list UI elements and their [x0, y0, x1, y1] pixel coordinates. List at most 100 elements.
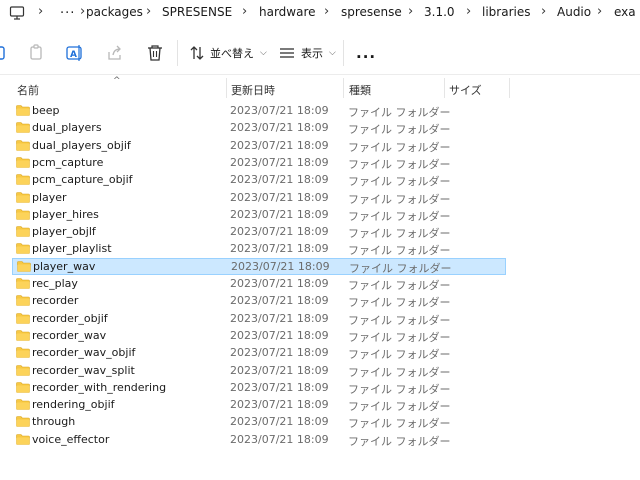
file-modified-date: 2023/07/21 18:09 [230, 363, 329, 377]
more-options-button[interactable]: ... [356, 44, 376, 62]
sort-icon [190, 46, 204, 60]
file-type: ファイル フォルダー [348, 175, 451, 189]
new-icon[interactable] [0, 44, 12, 62]
file-type: ファイル フォルダー [348, 123, 451, 137]
pc-monitor-icon[interactable] [9, 5, 25, 21]
column-resize-handle[interactable] [509, 78, 510, 98]
file-row[interactable]: recorder_with_rendering 2023/07/21 18:09 フ… [12, 379, 506, 396]
sort-button[interactable]: 並べ替え ⌵ [190, 42, 267, 64]
file-type: ファイル フォルダー [349, 261, 452, 275]
breadcrumb-item-spresense-root[interactable]: SPRESENSE [162, 5, 232, 19]
file-modified-date: 2023/07/21 18:09 [230, 346, 329, 360]
file-modified-date: 2023/07/21 18:09 [230, 121, 329, 135]
breadcrumb-item-audio[interactable]: Audio [557, 5, 591, 19]
column-resize-handle[interactable] [343, 78, 344, 98]
chevron-right-icon: › [38, 4, 44, 19]
column-header-size[interactable]: サイズ [449, 82, 482, 98]
folder-icon [16, 278, 30, 289]
file-row[interactable]: recorder 2023/07/21 18:09 ファイル フォルダー [12, 292, 506, 309]
file-name: dual_players [32, 121, 102, 135]
file-row[interactable]: recorder_objif 2023/07/21 18:09 ファイル フォルダー [12, 310, 506, 327]
file-row[interactable]: player 2023/07/21 18:09 ファイル フォルダー [12, 189, 506, 206]
folder-icon [16, 295, 30, 307]
copy-icon[interactable] [28, 44, 46, 62]
file-row[interactable]: voice_effector 2023/07/21 18:09 ファイル フォルダー [12, 431, 506, 448]
file-type: ファイル フォルダー [348, 400, 451, 414]
file-row[interactable]: pcm_capture 2023/07/21 18:09 ファイル フォルダー [12, 154, 506, 171]
file-modified-date: 2023/07/21 18:09 [230, 415, 329, 429]
file-name: recorder_wav_objif [32, 346, 136, 360]
share-icon[interactable] [106, 44, 124, 62]
folder-icon [16, 174, 30, 185]
file-type: ファイル フォルダー [348, 417, 451, 431]
breadcrumb-overflow[interactable]: ... [60, 2, 75, 17]
file-modified-date: 2023/07/21 18:09 [230, 432, 329, 446]
file-row[interactable]: player_hires 2023/07/21 18:09 ファイル フォルダー [12, 206, 506, 223]
file-row[interactable]: recorder_wav 2023/07/21 18:09 ファイル フォルダー [12, 327, 506, 344]
view-list-icon [280, 48, 294, 58]
file-row[interactable]: dual_players 2023/07/21 18:09 ファイル フォルダー [12, 119, 506, 136]
file-type: ファイル フォルダー [348, 330, 451, 344]
file-name: player_wav [33, 259, 96, 273]
chevron-down-icon: ⌵ [260, 48, 267, 58]
file-type: ファイル フォルダー [348, 348, 451, 362]
folder-icon [16, 226, 30, 237]
file-name: pcm_capture_objif [32, 173, 133, 187]
file-modified-date: 2023/07/21 18:09 [230, 225, 329, 239]
breadcrumb-item-libraries[interactable]: libraries [482, 5, 530, 19]
column-header-name[interactable]: 名前 [17, 82, 39, 98]
chevron-right-icon: › [408, 4, 414, 19]
view-button[interactable]: 表示 ⌵ [279, 42, 336, 64]
file-row[interactable]: player_objlf 2023/07/21 18:09 ファイル フォルダー [12, 223, 506, 240]
folder-icon [16, 105, 30, 116]
breadcrumb-item-examples[interactable]: exa [614, 5, 636, 19]
column-resize-handle[interactable] [444, 78, 445, 98]
file-modified-date: 2023/07/21 18:09 [230, 380, 329, 394]
file-modified-date: 2023/07/21 18:09 [230, 190, 329, 204]
trash-icon[interactable] [146, 44, 164, 62]
breadcrumb-item-hardware[interactable]: hardware [259, 5, 316, 19]
file-row[interactable]: player_playlist 2023/07/21 18:09 ファイル フォルダ… [12, 240, 506, 257]
chevron-down-icon: ⌵ [329, 48, 336, 58]
folder-icon [16, 139, 30, 151]
address-breadcrumb[interactable]: › ... › packages › SPRESENSE › hardware … [0, 0, 640, 26]
file-row[interactable]: beep 2023/07/21 18:09 ファイル フォルダー [12, 102, 506, 119]
folder-icon [16, 364, 30, 376]
column-header-date[interactable]: 更新日時 [231, 82, 275, 98]
folder-icon [16, 330, 30, 341]
file-name: recorder_wav_split [32, 363, 135, 377]
breadcrumb-item-spresense[interactable]: spresense [341, 5, 402, 19]
file-row[interactable]: pcm_capture_objif 2023/07/21 18:09 ファイル フォ… [12, 171, 506, 188]
file-type: ファイル フォルダー [348, 192, 451, 206]
file-modified-date: 2023/07/21 18:09 [230, 155, 329, 169]
file-row[interactable]: player_wav 2023/07/21 18:09 ファイル フォルダー [12, 257, 506, 275]
folder-icon [16, 433, 30, 445]
breadcrumb-item-version[interactable]: 3.1.0 [424, 5, 455, 19]
file-modified-date: 2023/07/21 18:09 [230, 207, 329, 221]
file-modified-date: 2023/07/21 18:09 [230, 294, 329, 308]
file-type: ファイル フォルダー [348, 140, 451, 154]
folder-icon [16, 208, 30, 220]
column-header-type[interactable]: 種類 [349, 82, 371, 98]
file-row[interactable]: dual_players_objif 2023/07/21 18:09 ファイル フ… [12, 137, 506, 154]
file-type: ファイル フォルダー [348, 157, 451, 171]
file-modified-date: 2023/07/21 18:09 [230, 277, 329, 290]
file-name: recorder_wav [32, 328, 107, 342]
folder-icon [16, 122, 30, 134]
file-type: ファイル フォルダー [348, 106, 451, 119]
file-row[interactable]: rec_play 2023/07/21 18:09 ファイル フォルダー [12, 275, 506, 292]
rename-icon[interactable]: A [66, 44, 84, 62]
file-row[interactable]: recorder_wav_objif 2023/07/21 18:09 ファイル フ… [12, 344, 506, 361]
sort-ascending-icon: ^ [113, 76, 121, 86]
chevron-right-icon: › [324, 4, 330, 19]
breadcrumb-item-packages[interactable]: packages [86, 5, 143, 19]
file-row[interactable]: through 2023/07/21 18:09 ファイル フォルダー [12, 413, 506, 430]
file-row[interactable]: rendering_objif 2023/07/21 18:09 ファイル フォルダ… [12, 396, 506, 413]
column-resize-handle[interactable] [226, 78, 227, 98]
file-name: dual_players_objif [32, 138, 131, 152]
file-row[interactable]: recorder_wav_split 2023/07/21 18:09 ファイル フ… [12, 362, 506, 379]
chevron-right-icon: › [80, 4, 86, 19]
file-modified-date: 2023/07/21 18:09 [230, 328, 329, 342]
file-modified-date: 2023/07/21 18:09 [230, 138, 329, 152]
chevron-right-icon: › [541, 4, 547, 19]
